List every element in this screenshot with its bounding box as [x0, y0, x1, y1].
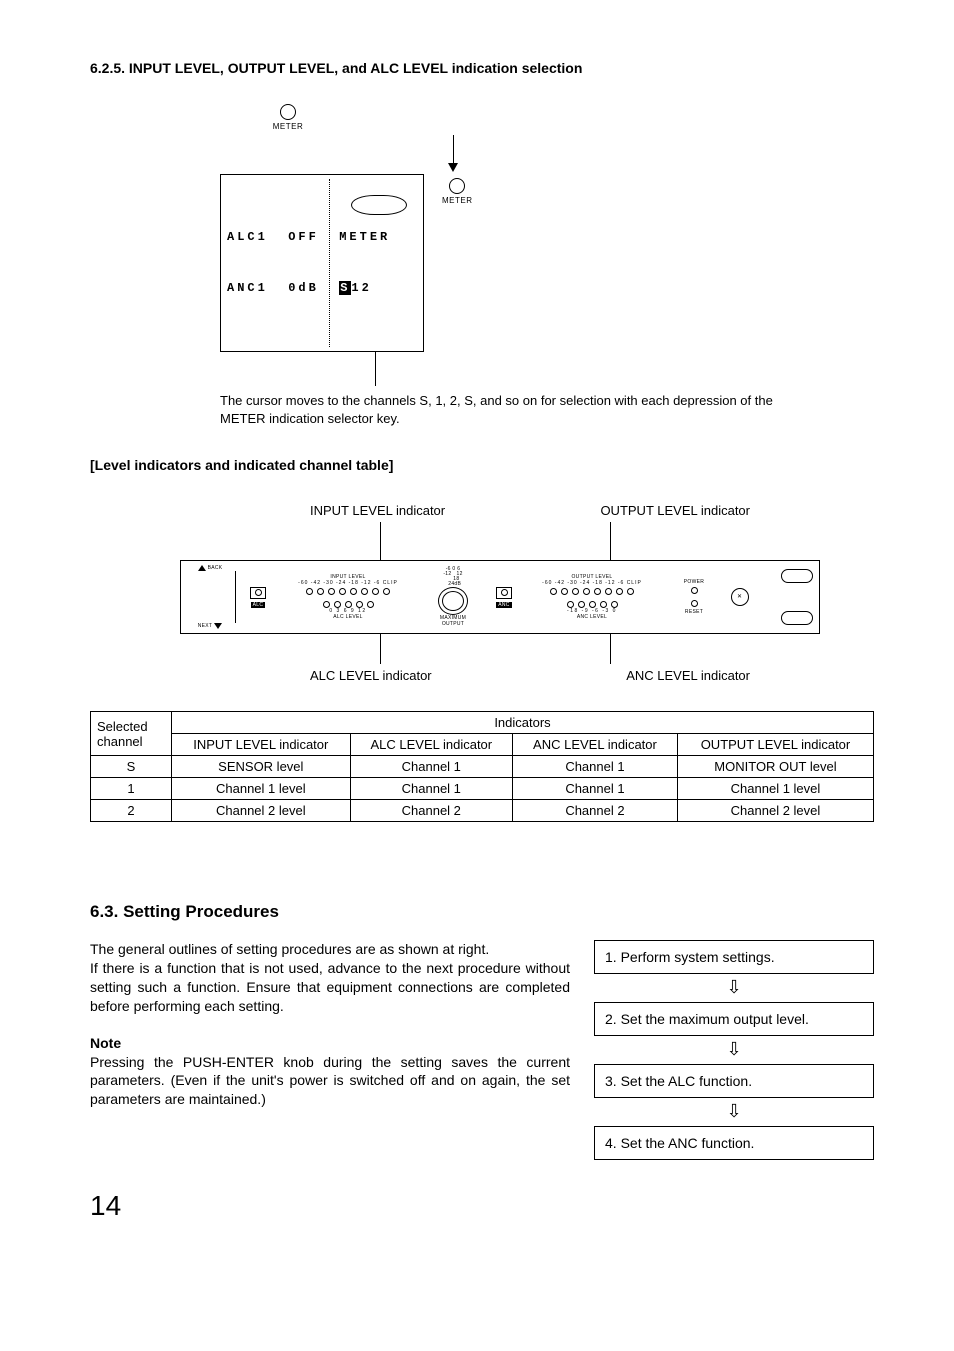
meter-label-top: METER — [273, 122, 304, 131]
table-col-output: OUTPUT LEVEL indicator — [677, 734, 873, 756]
level-table-heading: [Level indicators and indicated channel … — [90, 457, 874, 473]
output-level-scale: -60 -42 -30 -24 -18 -12 -6 CLIP — [542, 580, 642, 586]
arrow-down-icon — [448, 163, 458, 172]
section-625-heading: 6.2.5. INPUT LEVEL, OUTPUT LEVEL, and AL… — [90, 60, 874, 76]
triangle-down-icon — [214, 623, 222, 629]
flow-step-1: 1. Perform system settings. — [594, 940, 874, 974]
knob-scale: -6 0 6 -12 12 18 24dB — [443, 567, 462, 587]
phones-jack-icon: ✕ — [731, 588, 749, 606]
alc-button-icon — [250, 587, 266, 599]
note-block: Note Pressing the PUSH-ENTER knob during… — [90, 1034, 570, 1110]
table-row: 1 Channel 1 levelChannel 1Channel 1Chann… — [91, 778, 874, 800]
lcd-caption: The cursor moves to the channels S, 1, 2… — [220, 392, 780, 427]
table-row: 2 Channel 2 levelChannel 2Channel 2Chann… — [91, 800, 874, 822]
alc-button-label: ALC — [251, 602, 266, 608]
meter-label-side: METER — [442, 196, 473, 205]
procedure-flow: 1. Perform system settings. ⇩ 2. Set the… — [594, 940, 874, 1160]
arrow-down-icon: ⇩ — [594, 974, 874, 1002]
back-label: BACK — [208, 565, 223, 571]
arrow-down-icon: ⇩ — [594, 1036, 874, 1064]
handle-icon — [781, 611, 813, 625]
table-header-indicators: Indicators — [172, 712, 874, 734]
section-63-heading: 6.3. Setting Procedures — [90, 902, 874, 922]
push-enter-knob-icon — [438, 587, 468, 615]
table-col-alc: ALC LEVEL indicator — [350, 734, 512, 756]
lcd-display: ALC1 OFF METER ANC1 0dB S12 — [220, 174, 424, 352]
label-input-level-indicator: INPUT LEVEL indicator — [310, 503, 445, 518]
power-label: POWER — [684, 579, 704, 585]
meter-led-icon — [280, 104, 296, 120]
cursor-oval-icon — [351, 195, 407, 215]
front-panel-diagram: INPUT LEVEL indicator OUTPUT LEVEL indic… — [180, 503, 820, 683]
table-col-anc: ANC LEVEL indicator — [512, 734, 677, 756]
table-col-input: INPUT LEVEL indicator — [172, 734, 351, 756]
label-output-level-indicator: OUTPUT LEVEL indicator — [600, 503, 750, 518]
flow-step-2: 2. Set the maximum output level. — [594, 1002, 874, 1036]
triangle-up-icon — [198, 565, 206, 571]
page-number: 14 — [90, 1190, 874, 1222]
flow-step-4: 4. Set the ANC function. — [594, 1126, 874, 1160]
next-label: NEXT — [198, 623, 213, 629]
lcd-diagram: METER ALC1 OFF METER ANC1 0dB S12 METER — [220, 104, 620, 386]
reset-label: RESET — [685, 609, 703, 615]
handle-icon — [781, 569, 813, 583]
anc-button-label: ANC — [496, 602, 511, 608]
flow-step-3: 3. Set the ALC function. — [594, 1064, 874, 1098]
anc-button-icon — [496, 587, 512, 599]
arrow-down-icon: ⇩ — [594, 1098, 874, 1126]
setting-procedures-body: The general outlines of setting procedur… — [90, 940, 570, 1016]
input-level-scale: -60 -42 -30 -24 -18 -12 -6 CLIP — [298, 580, 398, 586]
label-anc-level-indicator: ANC LEVEL indicator — [626, 668, 750, 683]
table-header-selected: Selected channel — [91, 712, 172, 756]
indicator-table: Selected channel Indicators INPUT LEVEL … — [90, 711, 874, 822]
anc-level-title: ANC LEVEL — [577, 614, 607, 620]
max-output-label: MAXIMUM OUTPUT — [440, 615, 466, 627]
note-label: Note — [90, 1035, 121, 1051]
note-body: Pressing the PUSH-ENTER knob during the … — [90, 1054, 570, 1108]
meter-led-icon — [449, 178, 465, 194]
alc-level-title: ALC LEVEL — [333, 614, 362, 620]
label-alc-level-indicator: ALC LEVEL indicator — [310, 668, 432, 683]
table-row: S SENSOR levelChannel 1Channel 1MONITOR … — [91, 756, 874, 778]
